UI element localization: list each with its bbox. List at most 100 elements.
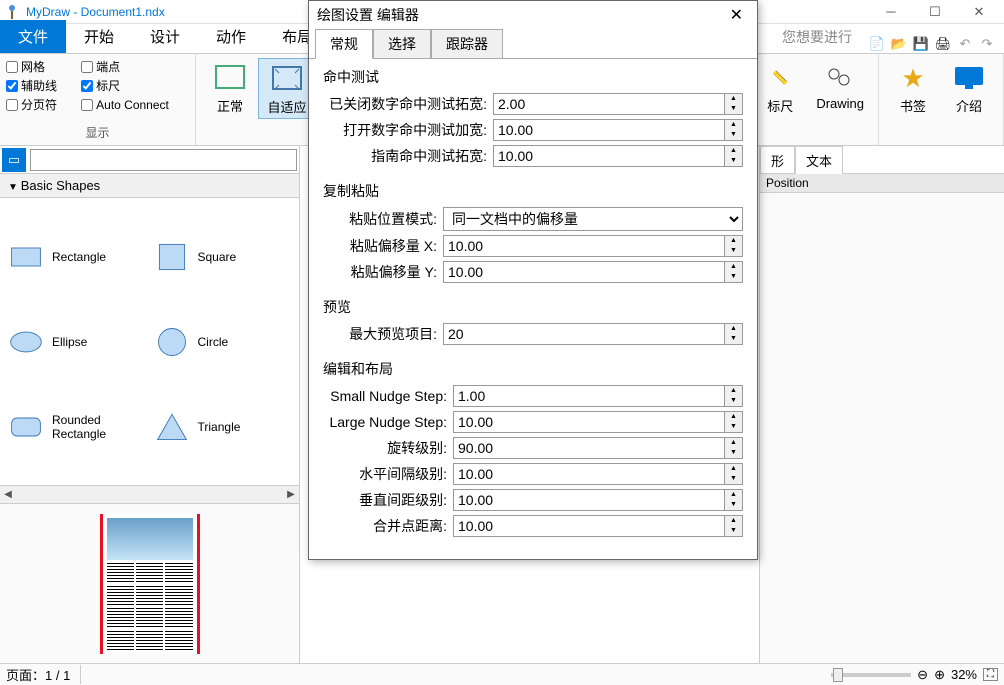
right-panel: 形 文本 Position (759, 146, 1004, 663)
shapes-scrollbar[interactable]: ◀ ▶ (0, 485, 299, 503)
spinner[interactable]: ▲▼ (725, 385, 743, 407)
spinner[interactable]: ▲▼ (725, 261, 743, 283)
check-endpoint[interactable]: 端点 (81, 58, 189, 75)
offset-y-input[interactable] (443, 261, 725, 283)
zoom-in-icon[interactable]: ⊕ (934, 667, 945, 683)
save-icon[interactable]: 💾 (912, 35, 930, 53)
scroll-right-icon[interactable]: ▶ (283, 489, 299, 500)
small-nudge-input[interactable] (453, 385, 725, 407)
spinner[interactable]: ▲▼ (725, 411, 743, 433)
max-preview-input[interactable] (443, 323, 725, 345)
bookmark-button[interactable]: ★ 书签 (885, 58, 941, 117)
drawing-button[interactable]: Drawing (808, 58, 872, 113)
fit-screen-icon[interactable]: ⛶ (983, 668, 998, 681)
undo-icon[interactable]: ↶ (956, 35, 974, 53)
page-thumbnail[interactable] (100, 514, 200, 654)
scroll-left-icon[interactable]: ◀ (0, 489, 16, 500)
spinner[interactable]: ▲▼ (725, 489, 743, 511)
rotate-label: 旋转级别: (323, 438, 453, 458)
dialog-title-bar[interactable]: 绘图设置 编辑器 ✕ (309, 1, 757, 29)
spinner[interactable]: ▲▼ (725, 515, 743, 537)
tab-text[interactable]: 文本 (795, 146, 843, 174)
vspace-input[interactable] (453, 489, 725, 511)
offset-x-label: 粘贴偏移量 X: (323, 236, 443, 256)
menu-file[interactable]: 文件 (0, 20, 66, 53)
spinner[interactable]: ▲▼ (725, 93, 743, 115)
section-edit-layout: 编辑和布局 (323, 359, 743, 379)
zoom-out-icon[interactable]: ⊖ (917, 667, 928, 683)
paste-mode-select[interactable]: 同一文档中的偏移量 (443, 207, 743, 231)
open-icon[interactable]: 📂 (890, 35, 908, 53)
spinner[interactable]: ▲▼ (725, 145, 743, 167)
menu-action[interactable]: 动作 (198, 20, 264, 53)
redo-icon[interactable]: ↷ (978, 35, 996, 53)
ruler-button[interactable]: 📏 标尺 (752, 58, 808, 117)
formula-input[interactable] (30, 149, 297, 171)
small-nudge-label: Small Nudge Step: (323, 388, 453, 404)
check-autoconnect[interactable]: Auto Connect (81, 96, 189, 113)
ribbon-display-label: 显示 (6, 124, 189, 141)
section-copy-paste: 复制粘贴 (323, 181, 743, 201)
offset-y-label: 粘贴偏移量 Y: (323, 262, 443, 282)
quick-access-toolbar: 📄 📂 💾 🖨 ↶ ↷ (860, 35, 1004, 53)
hspace-label: 水平间隔级别: (323, 464, 453, 484)
shape-circle[interactable]: Circle (154, 303, 292, 380)
maximize-button[interactable]: ☐ (914, 0, 956, 24)
close-button[interactable]: ✕ (958, 0, 1000, 24)
large-nudge-input[interactable] (453, 411, 725, 433)
spinner[interactable]: ▲▼ (725, 463, 743, 485)
shapes-header[interactable]: Basic Shapes (0, 174, 299, 198)
shape-rounded-rect[interactable]: Rounded Rectangle (8, 388, 146, 465)
closed-hit-input[interactable] (493, 93, 725, 115)
page-indicator[interactable]: 页面：1 / 1 (6, 665, 81, 684)
left-panel: ▭ Basic Shapes Rectangle Square Ellipse … (0, 146, 300, 663)
dlg-tab-select[interactable]: 选择 (373, 29, 431, 59)
paste-mode-label: 粘贴位置模式: (323, 209, 443, 229)
tab-shape[interactable]: 形 (760, 146, 795, 174)
minimize-button[interactable]: ─ (870, 0, 912, 24)
shape-triangle[interactable]: Triangle (154, 388, 292, 465)
shape-square[interactable]: Square (154, 218, 292, 295)
check-guide[interactable]: 辅助线 (6, 77, 77, 94)
hspace-input[interactable] (453, 463, 725, 485)
rp-tabs: 形 文本 (760, 146, 1004, 174)
open-hit-input[interactable] (493, 119, 725, 141)
check-ruler[interactable]: 标尺 (81, 77, 189, 94)
text-tool-icon[interactable]: ▭ (2, 148, 26, 172)
app-icon (4, 4, 20, 20)
check-pagebreak[interactable]: 分页符 (6, 96, 77, 113)
dlg-tab-general[interactable]: 常规 (315, 29, 373, 59)
guide-hit-input[interactable] (493, 145, 725, 167)
shape-rectangle[interactable]: Rectangle (8, 218, 146, 295)
formula-bar: ▭ (0, 146, 299, 174)
merge-input[interactable] (453, 515, 725, 537)
rotate-input[interactable] (453, 437, 725, 459)
max-preview-label: 最大预览项目: (323, 324, 443, 344)
spinner[interactable]: ▲▼ (725, 323, 743, 345)
dialog-title: 绘图设置 编辑器 (317, 5, 419, 25)
new-doc-icon[interactable]: 📄 (868, 35, 886, 53)
view-normal-button[interactable]: 正常 (202, 58, 258, 117)
shapes-grid: Rectangle Square Ellipse Circle Rounded … (0, 198, 299, 485)
merge-label: 合并点距离: (323, 516, 453, 536)
position-header[interactable]: Position (760, 174, 1004, 193)
print-icon[interactable]: 🖨 (934, 35, 952, 53)
spinner[interactable]: ▲▼ (725, 235, 743, 257)
check-grid[interactable]: 网格 (6, 58, 77, 75)
page-preview (0, 503, 299, 663)
menu-start[interactable]: 开始 (66, 20, 132, 53)
intro-button[interactable]: 介绍 (941, 58, 997, 117)
status-bar: 页面：1 / 1 ⊖ ⊕ 32% ⛶ (0, 663, 1004, 685)
dialog-close-button[interactable]: ✕ (724, 5, 749, 25)
vspace-label: 垂直间距级别: (323, 490, 453, 510)
menu-wish[interactable]: 您想要进行 (774, 21, 860, 53)
zoom-slider[interactable] (831, 673, 911, 677)
spinner[interactable]: ▲▼ (725, 437, 743, 459)
shape-ellipse[interactable]: Ellipse (8, 303, 146, 380)
section-hit-test: 命中测试 (323, 67, 743, 87)
offset-x-input[interactable] (443, 235, 725, 257)
spinner[interactable]: ▲▼ (725, 119, 743, 141)
menu-design[interactable]: 设计 (132, 20, 198, 53)
zoom-value: 32% (951, 667, 977, 682)
dlg-tab-tracker[interactable]: 跟踪器 (431, 29, 503, 59)
